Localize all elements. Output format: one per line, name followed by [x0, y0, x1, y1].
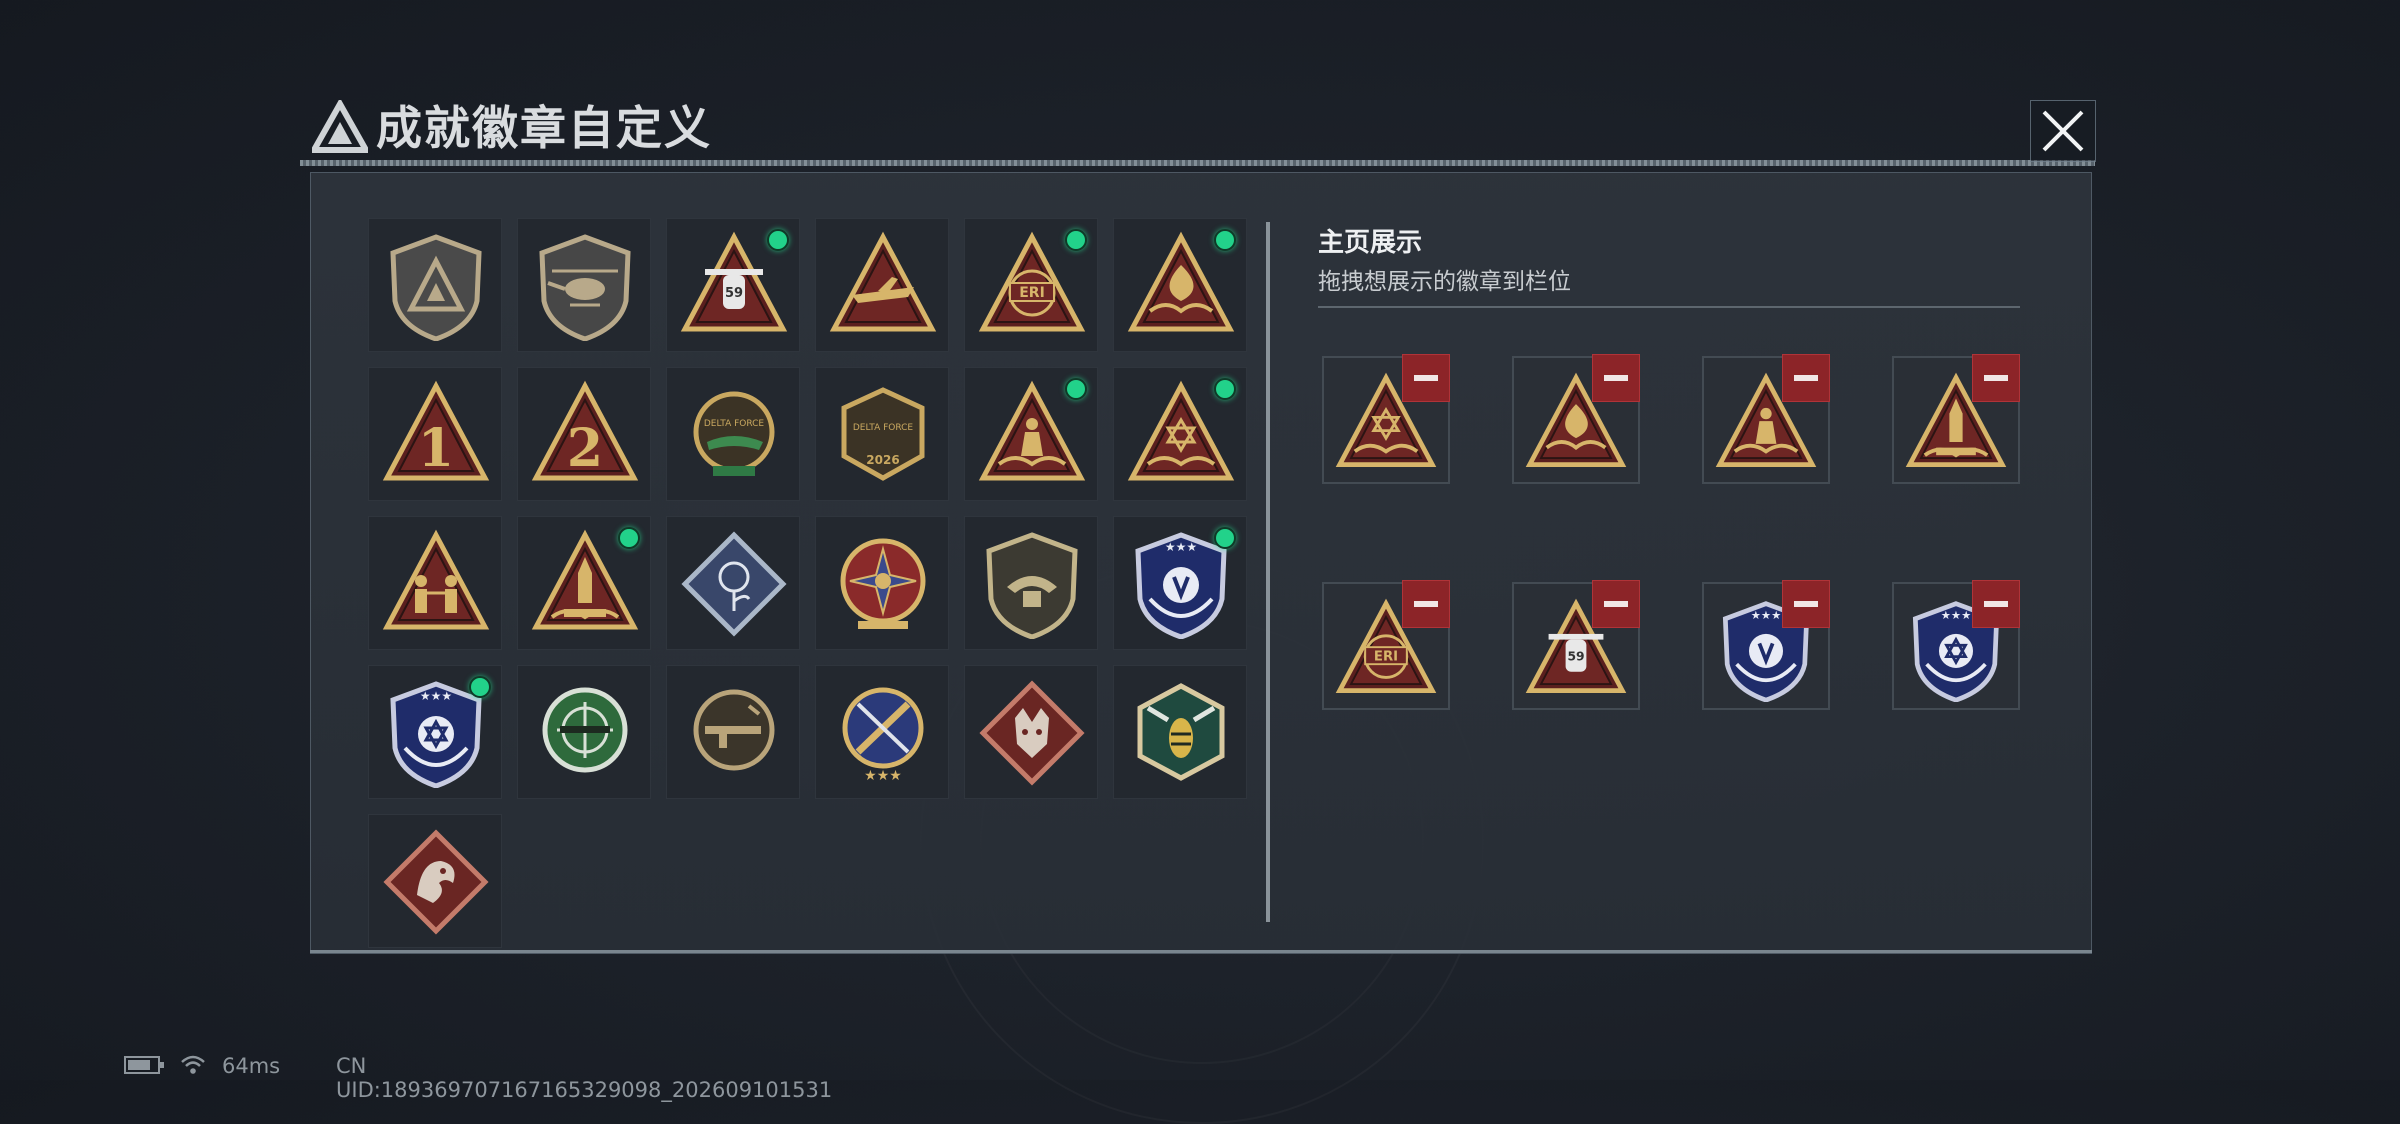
sword-wreath-shield-icon: ★★★ [842, 687, 924, 784]
svg-text:★★★: ★★★ [1941, 608, 1971, 622]
svg-text:★★★: ★★★ [864, 768, 902, 784]
minus-icon [1794, 601, 1818, 607]
svg-text:2: 2 [567, 418, 603, 479]
svg-text:DELTA FORCE: DELTA FORCE [704, 419, 765, 429]
minus-icon [1604, 375, 1628, 381]
rifle-circle-icon [693, 689, 775, 771]
remove-badge-button[interactable] [1972, 580, 2020, 628]
badge-item[interactable] [815, 516, 949, 650]
svg-text:★★★: ★★★ [420, 689, 452, 703]
new-indicator [1214, 229, 1236, 251]
minus-icon [1414, 601, 1438, 607]
badge-item[interactable]: 2 [517, 367, 651, 501]
user-uid: CN UID:189369707167165329098_20260910153… [336, 1054, 833, 1102]
new-indicator [1065, 229, 1087, 251]
panel-bottom-border [310, 950, 2092, 953]
remove-badge-button[interactable] [1402, 354, 1450, 402]
number-2-triangle-icon: 2 [531, 380, 639, 481]
svg-text:★★★: ★★★ [1751, 608, 1781, 622]
battery-icon [124, 1056, 164, 1074]
badge-item[interactable]: 59 [666, 218, 800, 352]
badge-item[interactable] [368, 814, 502, 948]
rose-diamond-icon [681, 531, 787, 637]
badge-item[interactable] [517, 218, 651, 352]
minus-icon [1984, 601, 2008, 607]
remove-badge-button[interactable] [1782, 580, 1830, 628]
new-indicator [767, 229, 789, 251]
new-indicator [1065, 378, 1087, 400]
remove-badge-button[interactable] [1782, 354, 1830, 402]
badge-item[interactable] [815, 218, 949, 352]
badge-item[interactable] [964, 665, 1098, 799]
showcase-divider [1318, 306, 2020, 308]
minus-icon [1604, 601, 1628, 607]
window-title: 成就徽章自定义 [376, 101, 712, 155]
scroll-divider[interactable] [1266, 222, 1270, 922]
cargo-plane-triangle-icon [829, 231, 937, 332]
delta-force-2026-badge-icon: DELTA FORCE 2026 [841, 387, 925, 481]
badge-item[interactable]: ★★★ [815, 665, 949, 799]
crosshair-rifle-green-icon [542, 687, 628, 773]
badge-item[interactable]: DELTA FORCE 2026 [815, 367, 949, 501]
showcase-title: 主页展示 [1318, 228, 1423, 258]
badge-item[interactable] [964, 367, 1098, 501]
delta-shield-icon [390, 234, 482, 341]
delta-force-crocodile-badge-icon: DELTA FORCE [693, 391, 775, 476]
remove-badge-button[interactable] [1972, 354, 2020, 402]
ping-value: 64ms [222, 1054, 281, 1078]
new-indicator [469, 676, 491, 698]
badge-item[interactable] [368, 516, 502, 650]
badge-item[interactable] [964, 516, 1098, 650]
minus-icon [1984, 375, 2008, 381]
badge-item[interactable]: 1 [368, 367, 502, 501]
wing-shield-icon [986, 532, 1078, 639]
badge-item[interactable] [666, 516, 800, 650]
new-indicator [618, 527, 640, 549]
svg-text:59: 59 [725, 286, 743, 301]
badge-item[interactable] [1113, 665, 1247, 799]
wolf-diamond-icon [979, 680, 1085, 786]
badge-item[interactable]: ERI [964, 218, 1098, 352]
showcase-subtitle: 拖拽想展示的徽章到栏位 [1318, 269, 1571, 295]
dragon-diamond-icon [383, 829, 489, 935]
badge-item[interactable] [1113, 367, 1247, 501]
badge-item[interactable]: DELTA FORCE [666, 367, 800, 501]
minus-icon [1794, 375, 1818, 381]
badge-item[interactable] [517, 665, 651, 799]
close-icon [2042, 110, 2084, 152]
delta-logo-icon [312, 100, 368, 153]
badge-item[interactable] [666, 665, 800, 799]
badge-item[interactable] [1113, 218, 1247, 352]
badge-item[interactable] [368, 218, 502, 352]
remove-badge-button[interactable] [1592, 354, 1640, 402]
close-button[interactable] [2030, 100, 2096, 162]
wifi-icon [181, 1055, 205, 1074]
svg-text:ERI: ERI [1019, 285, 1045, 301]
badge-item[interactable]: ★★★ [368, 665, 502, 799]
svg-text:★★★: ★★★ [1165, 540, 1197, 554]
star-compass-wreath-icon [840, 538, 926, 629]
minus-icon [1414, 375, 1438, 381]
svg-text:59: 59 [1567, 649, 1584, 663]
remove-badge-button[interactable] [1402, 580, 1450, 628]
title-underline [300, 160, 2095, 166]
svg-text:1: 1 [418, 418, 454, 479]
number-1-triangle-icon: 1 [382, 380, 490, 481]
badge-item[interactable]: ★★★ [1113, 516, 1247, 650]
new-indicator [1214, 527, 1236, 549]
svg-text:DELTA FORCE: DELTA FORCE [853, 423, 914, 433]
svg-text:ERI: ERI [1374, 649, 1398, 664]
badge-item[interactable] [517, 516, 651, 650]
title-bar: 成就徽章自定义 [300, 94, 2095, 166]
remove-badge-button[interactable] [1592, 580, 1640, 628]
svg-text:2026: 2026 [866, 453, 899, 467]
soldiers-triangle-icon [382, 529, 490, 630]
hornet-hexagon-icon [1137, 683, 1225, 781]
new-indicator [1214, 378, 1236, 400]
helicopter-shield-icon [539, 234, 631, 341]
